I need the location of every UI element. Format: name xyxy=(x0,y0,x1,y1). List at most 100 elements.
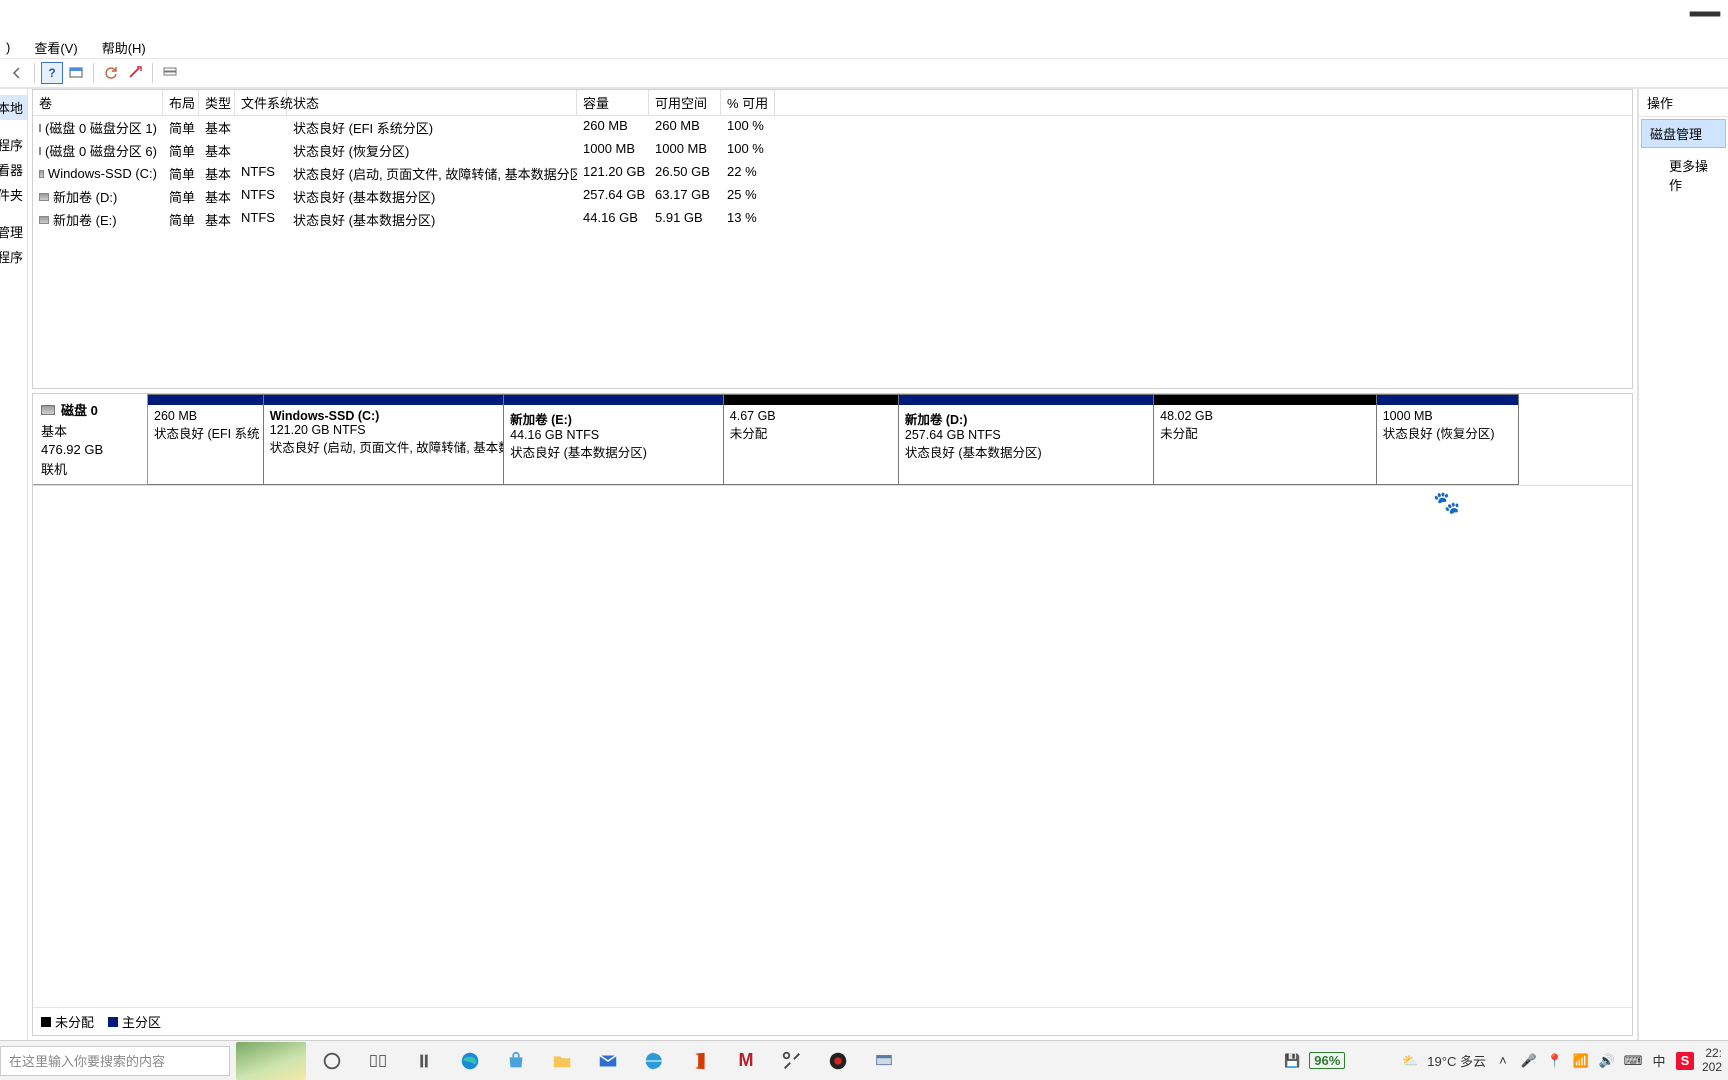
disk-size: 476.92 GB xyxy=(41,442,139,457)
partition[interactable]: Windows-SSD (C:)121.20 GB NTFS状态良好 (启动, … xyxy=(264,394,504,485)
menu-view[interactable]: 查看(V) xyxy=(28,36,83,59)
toolbar-list-button[interactable] xyxy=(159,62,181,84)
taskbar-explorer-icon[interactable] xyxy=(542,1042,582,1080)
volume-capacity: 1000 MB xyxy=(577,140,649,161)
volume-type: 基本 xyxy=(199,163,235,184)
tray-clock[interactable]: 22: 202 xyxy=(1702,1047,1724,1073)
actions-more[interactable]: 更多操作 xyxy=(1639,150,1728,200)
taskbar-cortana-icon[interactable] xyxy=(312,1042,352,1080)
taskbar-mail-icon[interactable] xyxy=(588,1042,628,1080)
volume-pct: 100 % xyxy=(721,117,775,138)
toolbar-action-button[interactable] xyxy=(124,62,146,84)
toolbar-back-button[interactable] xyxy=(6,62,28,84)
menu-help[interactable]: 帮助(H) xyxy=(96,36,152,59)
volume-name: 新加卷 (E:) xyxy=(53,210,117,229)
partition-color-bar xyxy=(264,395,503,405)
toolbar-help-button[interactable]: ? xyxy=(41,62,63,84)
volume-row[interactable]: Windows-SSD (C:)简单基本NTFS状态良好 (启动, 页面文件, … xyxy=(33,162,1632,185)
col-capacity[interactable]: 容量 xyxy=(577,90,649,115)
volume-icon xyxy=(39,147,41,155)
disk-row[interactable]: 磁盘 0 基本 476.92 GB 联机 260 MB状态良好 (EFI 系统W… xyxy=(33,394,1632,486)
tray-battery[interactable]: 96% xyxy=(1309,1052,1345,1069)
tray-location-icon[interactable]: 📍 xyxy=(1546,1052,1564,1070)
volume-row[interactable]: (磁盘 0 磁盘分区 1)简单基本状态良好 (EFI 系统分区)260 MB26… xyxy=(33,116,1632,139)
partition[interactable]: 48.02 GB未分配 xyxy=(1154,394,1377,485)
partition-name: 新加卷 (E:) xyxy=(510,409,572,428)
partition[interactable]: 4.67 GB未分配 xyxy=(724,394,899,485)
volume-type: 基本 xyxy=(199,117,235,138)
taskbar-widget-image[interactable] xyxy=(236,1042,306,1080)
taskbar-edge-icon[interactable] xyxy=(450,1042,490,1080)
sidebar-node[interactable]: 查看器 xyxy=(0,157,27,182)
sidebar-node[interactable]: 计划程序 xyxy=(0,132,27,157)
taskbar-search[interactable]: 在这里输入你要搜索的内容 xyxy=(0,1046,230,1076)
actions-selected[interactable]: 磁盘管理 xyxy=(1641,119,1726,148)
partition[interactable]: 260 MB状态良好 (EFI 系统 xyxy=(148,394,264,485)
tray-mic-icon[interactable]: 🎤 xyxy=(1520,1052,1538,1070)
volume-list[interactable]: 卷 布局 类型 文件系统 状态 容量 可用空间 % 可用 (磁盘 0 磁盘分区 … xyxy=(32,89,1633,389)
actions-header: 操作 xyxy=(1639,89,1728,117)
sidebar-node[interactable]: 文件夹 xyxy=(0,182,27,207)
volume-status: 状态良好 (基本数据分区) xyxy=(287,186,577,207)
volume-pct: 100 % xyxy=(721,140,775,161)
tray-date: 202 xyxy=(1702,1061,1722,1074)
tray-weather-icon[interactable]: ⛅ xyxy=(1401,1052,1419,1070)
volume-capacity: 121.20 GB xyxy=(577,163,649,184)
partition-size: 121.20 GB NTFS xyxy=(270,423,366,437)
taskbar-office-icon[interactable] xyxy=(680,1042,720,1080)
col-fs[interactable]: 文件系统 xyxy=(235,90,287,115)
partition[interactable]: 新加卷 (E:)44.16 GB NTFS状态良好 (基本数据分区) xyxy=(504,394,724,485)
volume-capacity: 260 MB xyxy=(577,117,649,138)
disk-info: 磁盘 0 基本 476.92 GB 联机 xyxy=(33,394,148,485)
volume-capacity: 44.16 GB xyxy=(577,209,649,230)
col-volume[interactable]: 卷 xyxy=(33,90,163,115)
taskbar-tools-icon[interactable] xyxy=(772,1042,812,1080)
partition-color-bar xyxy=(148,395,263,405)
volume-free: 1000 MB xyxy=(649,140,721,161)
sidebar-tree[interactable]: 本地) 计划程序 查看器 文件夹 管理 用程序 xyxy=(0,89,28,1040)
partition[interactable]: 新加卷 (D:)257.64 GB NTFS状态良好 (基本数据分区) xyxy=(899,394,1154,485)
volume-row[interactable]: 新加卷 (E:)简单基本NTFS状态良好 (基本数据分区)44.16 GB5.9… xyxy=(33,208,1632,231)
taskbar-taskview-icon[interactable] xyxy=(358,1042,398,1080)
partition-size: 1000 MB xyxy=(1383,409,1433,423)
col-pct[interactable]: % 可用 xyxy=(721,90,775,115)
sidebar-node[interactable]: 管理 xyxy=(0,219,27,244)
toolbar-refresh-button[interactable] xyxy=(100,62,122,84)
partition-status: 未分配 xyxy=(730,423,768,442)
tray-keyboard-icon[interactable]: ⌨ xyxy=(1624,1052,1642,1070)
tray-ime-icon[interactable]: 中 xyxy=(1650,1052,1668,1070)
tray-s-icon[interactable]: S xyxy=(1676,1052,1694,1070)
taskbar-app-m-icon[interactable]: M xyxy=(726,1042,766,1080)
volume-row[interactable]: 新加卷 (D:)简单基本NTFS状态良好 (基本数据分区)257.64 GB63… xyxy=(33,185,1632,208)
partition-color-bar xyxy=(1154,395,1376,405)
partition-size: 4.67 GB xyxy=(730,409,776,423)
tray-chevron-up-icon[interactable]: ˄ xyxy=(1494,1052,1512,1070)
tray-weather-text[interactable]: 19°C 多云 xyxy=(1427,1051,1486,1070)
col-free[interactable]: 可用空间 xyxy=(649,90,721,115)
partition-color-bar xyxy=(1377,395,1518,405)
minimize-button[interactable] xyxy=(1682,0,1728,28)
disk-map[interactable]: 磁盘 0 基本 476.92 GB 联机 260 MB状态良好 (EFI 系统W… xyxy=(32,393,1633,1036)
volume-status: 状态良好 (启动, 页面文件, 故障转储, 基本数据分区) xyxy=(287,163,577,184)
tray-volume-icon[interactable]: 🔊 xyxy=(1598,1052,1616,1070)
partition-status: 状态良好 (启动, 页面文件, 故障转储, 基本数 xyxy=(270,437,504,456)
taskbar-rec-icon[interactable] xyxy=(818,1042,858,1080)
volume-row[interactable]: (磁盘 0 磁盘分区 6)简单基本状态良好 (恢复分区)1000 MB1000 … xyxy=(33,139,1632,162)
volume-status: 状态良好 (基本数据分区) xyxy=(287,209,577,230)
tray-drive-icon[interactable]: 💾 xyxy=(1283,1052,1301,1070)
tray-wifi-icon[interactable]: 📶 xyxy=(1572,1052,1590,1070)
taskbar-browser-icon[interactable] xyxy=(634,1042,674,1080)
taskbar-diskmgmt-icon[interactable] xyxy=(864,1042,904,1080)
partition-size: 257.64 GB NTFS xyxy=(905,428,1001,442)
col-type[interactable]: 类型 xyxy=(199,90,235,115)
sidebar-node[interactable]: 用程序 xyxy=(0,244,27,269)
toolbar-console-button[interactable] xyxy=(65,62,87,84)
taskbar-store-icon[interactable] xyxy=(496,1042,536,1080)
taskbar-pause-icon[interactable] xyxy=(404,1042,444,1080)
col-layout[interactable]: 布局 xyxy=(163,90,199,115)
system-tray: 💾 96% ⛅ 19°C 多云 ˄ 🎤 📍 📶 🔊 ⌨ 中 S 22: 202 xyxy=(1283,1047,1728,1073)
partition[interactable]: 1000 MB状态良好 (恢复分区) xyxy=(1377,394,1519,485)
col-status[interactable]: 状态 xyxy=(287,90,577,115)
partition-color-bar xyxy=(504,395,723,405)
sidebar-node[interactable]: 本地) xyxy=(0,95,27,120)
